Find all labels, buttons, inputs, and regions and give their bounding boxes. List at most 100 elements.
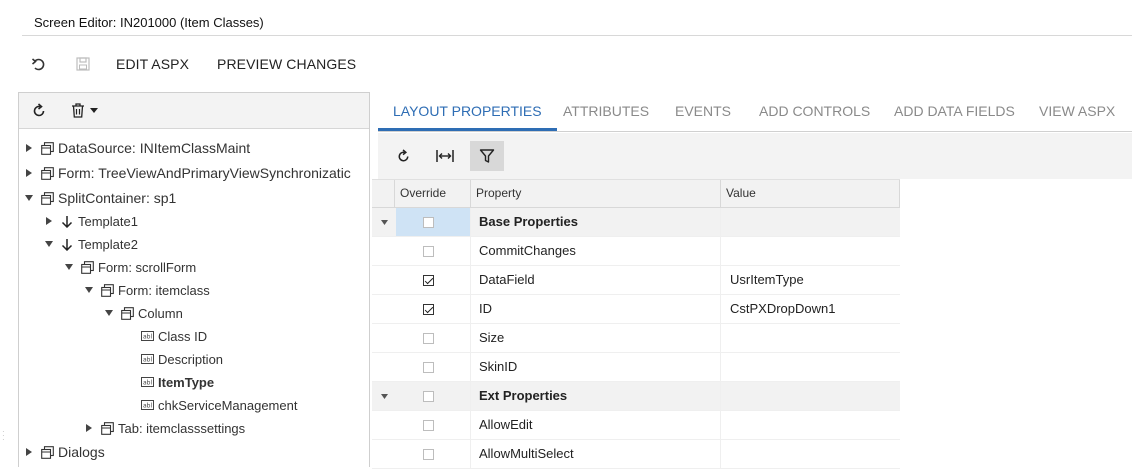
tree-node[interactable]: Tab: itemclasssettings	[83, 417, 245, 439]
tree-node[interactable]: Template1	[43, 210, 138, 232]
property-row[interactable]: CommitChanges	[372, 237, 900, 266]
property-row[interactable]: ID CstPXDropDown1	[372, 295, 900, 324]
tree-node[interactable]: abl Class ID	[123, 325, 207, 347]
arrow-down-icon	[59, 215, 75, 228]
tree-node[interactable]: Template2	[43, 233, 138, 255]
property-value[interactable]: UsrItemType	[720, 266, 900, 294]
collapsed-arrow-icon[interactable]	[23, 448, 35, 456]
tree-node[interactable]: abl chkServiceManagement	[123, 394, 297, 416]
row-spacer	[372, 295, 396, 323]
collapsed-arrow-icon[interactable]	[23, 169, 35, 177]
tree-node[interactable]: Form: itemclass	[83, 279, 210, 301]
tab-add-controls[interactable]: ADD CONTROLS	[744, 92, 885, 131]
collapsed-arrow-icon[interactable]	[83, 424, 95, 432]
tree-node[interactable]: Column	[103, 302, 183, 324]
column-header-property[interactable]: Property	[470, 180, 720, 208]
tab-add-data-fields[interactable]: ADD DATA FIELDS	[879, 92, 1030, 131]
text-field-icon: abl	[139, 377, 155, 387]
property-row[interactable]: AllowEdit	[372, 411, 900, 440]
edit-aspx-button[interactable]: EDIT ASPX	[116, 56, 189, 72]
tree-node-label: Class ID	[158, 328, 208, 344]
property-name: AllowEdit	[470, 411, 720, 439]
column-header-override[interactable]: Override	[394, 180, 470, 208]
tab-events[interactable]: EVENTS	[660, 92, 746, 131]
expanded-arrow-icon[interactable]	[83, 287, 95, 293]
property-value[interactable]: CstPXDropDown1	[720, 295, 900, 323]
property-value[interactable]	[720, 382, 900, 410]
group-row[interactable]: Ext Properties	[372, 382, 900, 411]
property-name: DataField	[470, 266, 720, 294]
group-row[interactable]: Base Properties	[372, 208, 900, 237]
property-name: ID	[470, 295, 720, 323]
override-cell	[396, 237, 470, 265]
tab-view-aspx[interactable]: VIEW ASPX	[1024, 92, 1130, 131]
refresh-icon[interactable]	[386, 141, 420, 171]
svg-text:abl: abl	[143, 357, 152, 364]
delete-dropdown-button[interactable]	[71, 103, 98, 118]
property-value[interactable]	[720, 411, 900, 439]
tree-node[interactable]: Dialogs	[23, 441, 105, 463]
tree-node[interactable]: SplitContainer: sp1	[23, 187, 176, 209]
property-name: CommitChanges	[470, 237, 720, 265]
preview-changes-button[interactable]: PREVIEW CHANGES	[217, 56, 356, 72]
tree-node-label: Description	[158, 351, 224, 367]
collapsed-arrow-icon[interactable]	[23, 144, 35, 152]
override-checkbox[interactable]	[422, 419, 434, 431]
override-cell	[396, 208, 470, 236]
resize-handle[interactable]: · · ·	[2, 428, 5, 444]
save-icon[interactable]	[72, 53, 94, 75]
override-checkbox[interactable]	[422, 245, 434, 257]
property-name: SkinID	[470, 353, 720, 381]
property-name: AllowMultiSelect	[470, 440, 720, 468]
title-divider	[22, 35, 1132, 36]
tree-node[interactable]: Form: TreeViewAndPrimaryViewSynchronizat…	[23, 162, 351, 184]
override-checkbox[interactable]	[422, 274, 434, 286]
property-row[interactable]: AllowMultiSelect	[372, 440, 900, 469]
override-checkbox[interactable]	[422, 216, 434, 228]
property-name: Base Properties	[470, 208, 720, 236]
property-row[interactable]: DataField UsrItemType	[372, 266, 900, 295]
row-spacer	[372, 324, 396, 352]
undo-icon[interactable]	[28, 53, 50, 75]
form-icon	[99, 283, 115, 297]
column-header-value[interactable]: Value	[720, 180, 900, 208]
tree-node[interactable]: Form: scrollForm	[63, 256, 196, 278]
override-checkbox[interactable]	[422, 361, 434, 373]
expanded-arrow-icon[interactable]	[43, 241, 55, 247]
window-title: Screen Editor: IN201000 (Item Classes)	[34, 15, 264, 30]
override-checkbox[interactable]	[422, 390, 434, 402]
collapse-group-icon[interactable]	[372, 382, 396, 410]
svg-text:abl: abl	[143, 380, 152, 387]
collapse-group-icon[interactable]	[372, 208, 396, 236]
filter-icon[interactable]	[470, 141, 504, 171]
row-spacer	[372, 266, 396, 294]
expanded-arrow-icon[interactable]	[23, 195, 35, 201]
control-tree-panel: DataSource: INItemClassMaint Form: TreeVi…	[18, 92, 370, 467]
override-checkbox[interactable]	[422, 303, 434, 315]
tab-layout-properties[interactable]: LAYOUT PROPERTIES	[378, 92, 557, 131]
property-value[interactable]	[720, 353, 900, 381]
property-row[interactable]: Size	[372, 324, 900, 353]
form-icon	[99, 421, 115, 435]
property-value[interactable]	[720, 324, 900, 352]
property-value[interactable]	[720, 208, 900, 236]
fit-columns-icon[interactable]	[428, 141, 462, 171]
tree-node[interactable]: abl ItemType	[123, 371, 214, 393]
row-spacer	[372, 440, 396, 468]
property-row[interactable]: SkinID	[372, 353, 900, 382]
expanded-arrow-icon[interactable]	[103, 310, 115, 316]
tab-attributes[interactable]: ATTRIBUTES	[548, 92, 664, 131]
override-checkbox[interactable]	[422, 448, 434, 460]
property-value[interactable]	[720, 237, 900, 265]
tree-node[interactable]: abl Description	[123, 348, 223, 370]
editor-tabs: LAYOUT PROPERTIES ATTRIBUTES EVENTS ADD CON…	[378, 92, 1132, 132]
collapsed-arrow-icon[interactable]	[43, 217, 55, 225]
tree-node-label: Dialogs	[58, 444, 105, 460]
tree-node-label: Tab: itemclasssettings	[118, 420, 246, 436]
override-checkbox[interactable]	[422, 332, 434, 344]
svg-text:abl: abl	[143, 334, 152, 341]
property-value[interactable]	[720, 440, 900, 468]
expanded-arrow-icon[interactable]	[63, 264, 75, 270]
tree-node[interactable]: DataSource: INItemClassMaint	[23, 137, 250, 159]
refresh-icon[interactable]	[31, 102, 47, 119]
